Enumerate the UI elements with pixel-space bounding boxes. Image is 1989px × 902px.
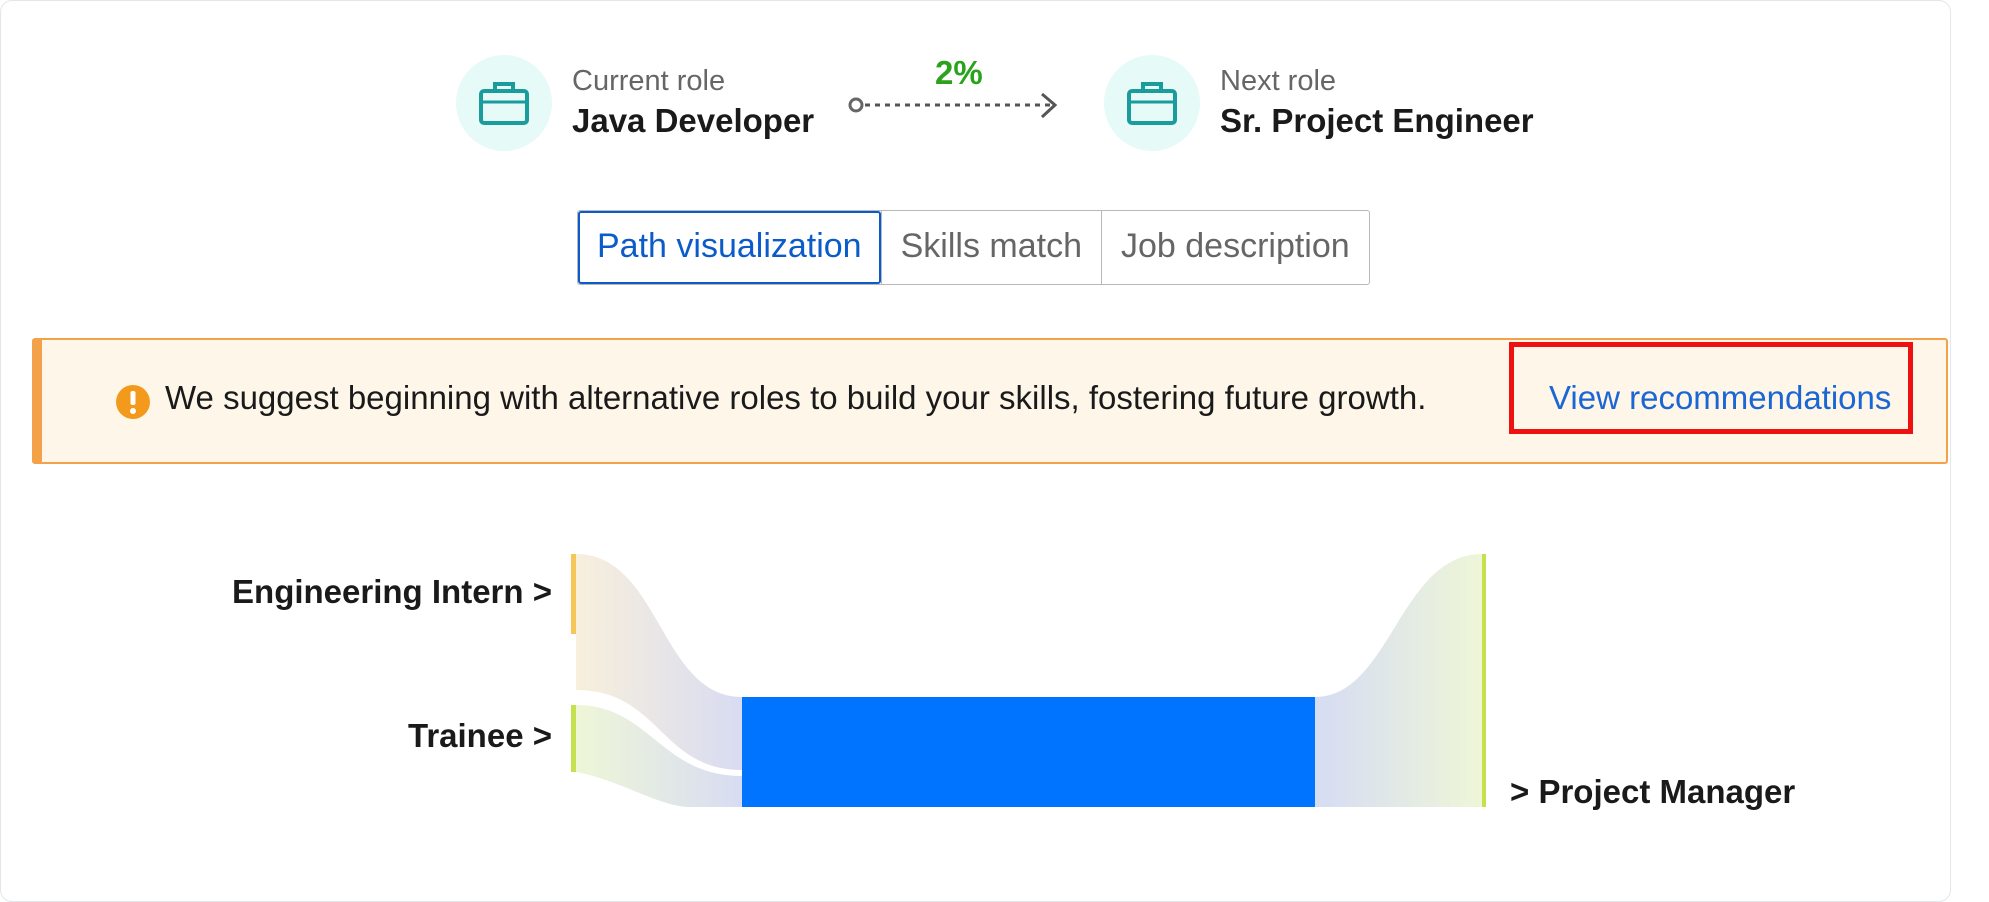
node-bar-project-manager — [1482, 554, 1486, 807]
node-label-engineering-intern[interactable]: Engineering Intern > — [232, 573, 552, 611]
tab-job-description[interactable]: Job description — [1100, 211, 1369, 284]
match-percent: 2% — [935, 54, 983, 91]
dotted-arrow-icon — [848, 92, 1058, 119]
suggestion-banner: We suggest beginning with alternative ro… — [32, 338, 1948, 464]
tab-path-visualization[interactable]: Path visualization — [578, 211, 881, 284]
node-bar-trainee — [571, 705, 576, 772]
briefcase-icon — [456, 55, 552, 151]
node-bar-intern — [571, 554, 576, 634]
next-role-caption: Next role — [1220, 65, 1337, 97]
current-role: Current role Java Developer — [456, 55, 814, 151]
current-role-caption: Current role — [572, 65, 726, 97]
flow-link-project-manager — [1315, 554, 1482, 807]
path-visualization: Engineering Intern > Trainee > > Project… — [0, 540, 1989, 810]
match-progress: 2% — [845, 54, 1075, 119]
highlight-box — [1509, 342, 1913, 434]
warning-icon — [116, 385, 150, 419]
node-label-trainee[interactable]: Trainee > — [408, 717, 552, 755]
next-role-title: Sr. Project Engineer — [1220, 102, 1534, 139]
banner-message: We suggest beginning with alternative ro… — [165, 379, 1427, 416]
next-role: Next role Sr. Project Engineer — [1104, 55, 1534, 151]
node-label-project-manager[interactable]: > Project Manager — [1510, 773, 1795, 811]
briefcase-icon — [1104, 55, 1200, 151]
tab-skills-match[interactable]: Skills match — [880, 211, 1101, 284]
current-role-title: Java Developer — [572, 102, 815, 139]
center-node-bar — [742, 697, 1315, 807]
view-tabs: Path visualization Skills match Job desc… — [577, 210, 1370, 285]
